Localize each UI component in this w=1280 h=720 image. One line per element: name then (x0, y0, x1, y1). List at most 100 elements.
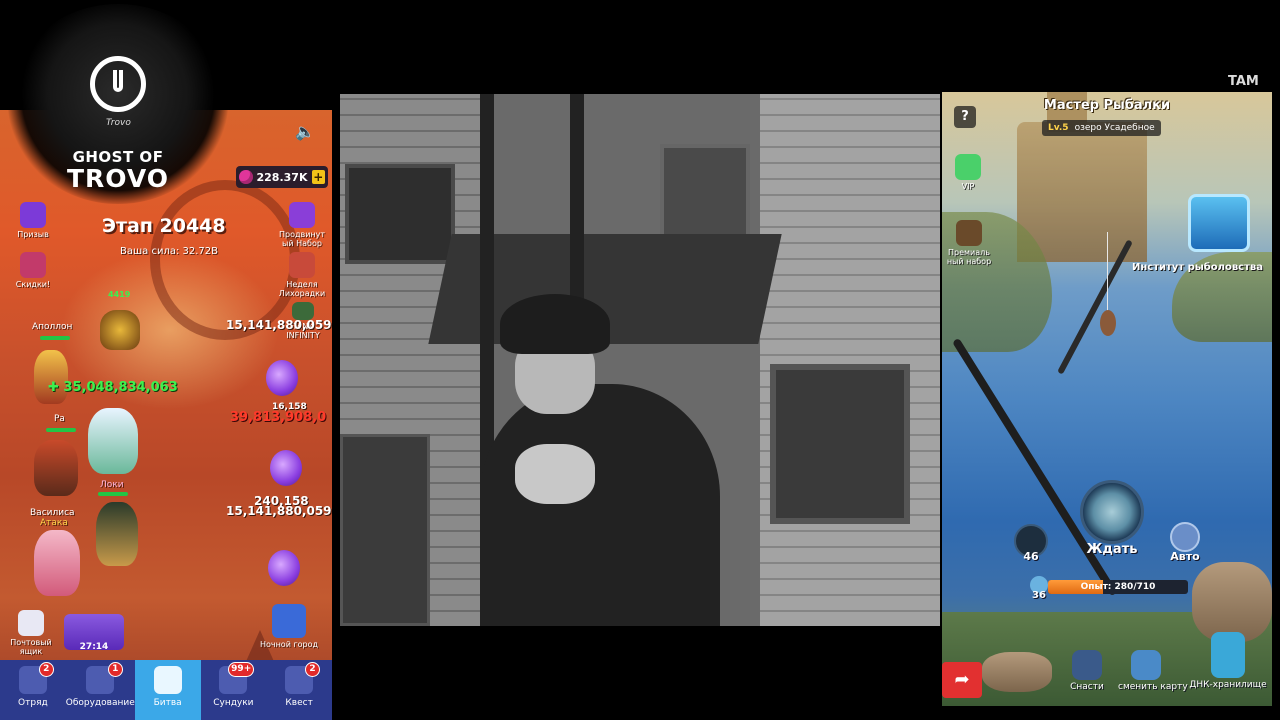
gem-icon (239, 170, 253, 184)
notification-badge: 1 (107, 662, 123, 677)
hooked-fish (1100, 310, 1116, 336)
sound-toggle-button[interactable]: 🔈 (292, 122, 318, 144)
gem-counter: 228.37K + (236, 166, 328, 188)
crit-damage-number: 39,813,908,0 (230, 410, 327, 425)
fishing-institute-label: Институт рыболовства (1132, 262, 1263, 273)
location-name: озеро Усадебное (1074, 123, 1155, 133)
nav-squad[interactable]: Отряд 2 (0, 660, 66, 720)
hero-vasilisa[interactable] (34, 530, 80, 596)
power-label: Ваша сила: 32.72B (120, 246, 218, 257)
logo-tag: Trovo (106, 118, 131, 128)
brick-wall-right (760, 94, 940, 626)
level-location-badge: Lv.5 озеро Усадебное (1042, 120, 1161, 136)
event-timer: 27:14 (79, 642, 109, 652)
hero-name: Василиса (30, 508, 75, 518)
enemy-ghost[interactable] (268, 550, 300, 586)
tackle-icon (1072, 650, 1102, 680)
summon-button[interactable]: Призыв (8, 202, 58, 239)
hero-hp-bar (40, 336, 70, 340)
notification-badge: 2 (38, 662, 54, 677)
hero-apollo[interactable] (34, 350, 68, 404)
nav-quest[interactable]: Квест 2 (266, 660, 332, 720)
ghost-of-trovo-logo: Trovo GHOST OF TROVO (8, 4, 228, 204)
trovo-mark-detail (113, 70, 123, 92)
fever-week-button[interactable]: Неделя Лихорадки (274, 252, 330, 298)
mailbox-button[interactable]: Почтовый ящик (6, 610, 56, 656)
dna-capsule-icon (1211, 632, 1245, 678)
enemy-ghost[interactable] (266, 360, 298, 396)
nav-label: Битва (153, 698, 182, 708)
person-hands (515, 444, 595, 504)
change-map-label: сменить карту (1118, 682, 1188, 692)
vip-button[interactable]: VIP (948, 154, 988, 191)
wait-button[interactable] (1080, 480, 1144, 544)
mail-icon (18, 610, 44, 636)
tackle-button[interactable]: Снасти (1062, 650, 1112, 692)
hero-apollo-vehicle[interactable] (100, 310, 140, 350)
xp-level: 36 (1032, 590, 1046, 601)
tackle-label: Снасти (1070, 682, 1104, 692)
rock (1192, 562, 1272, 642)
rock (982, 652, 1052, 692)
nav-equipment[interactable]: Оборудование 1 (66, 660, 135, 720)
enemy-hp-number: 15,141,880,059 (226, 318, 332, 332)
bait-count: 46 (1023, 550, 1039, 563)
fever-week-icon (289, 252, 315, 278)
nav-chests[interactable]: Сундуки 99+ (201, 660, 267, 720)
gem-amount: 228.37K (256, 170, 308, 184)
premium-pack-button[interactable]: Премиаль ный набор (944, 220, 994, 266)
xp-text: Опыт: 280/710 (1080, 582, 1156, 592)
night-city-label: Ночной город (259, 640, 319, 649)
share-button[interactable]: ➦ (942, 662, 982, 698)
heal-value: 35,048,834,063 (63, 380, 178, 395)
logo-line-2: TROVO (66, 164, 170, 193)
window (770, 364, 910, 524)
add-gems-button[interactable]: + (311, 170, 325, 184)
vip-icon (955, 154, 981, 180)
notification-badge: 2 (305, 662, 320, 677)
player-level: Lv.5 (1048, 123, 1069, 133)
bottom-navigation: Отряд 2 Оборудование 1 Битва Сундуки 99+… (0, 660, 332, 720)
nav-label: Сундуки (213, 698, 254, 708)
dna-storage-label: ДНК-хранилище (1189, 680, 1267, 690)
advanced-pack-label: Продвинут ый Набор (278, 230, 326, 248)
stage-title: Этап 20448 (102, 215, 226, 237)
nav-label: Отряд (18, 698, 48, 708)
dna-storage-button[interactable]: ДНК-хранилище (1188, 632, 1268, 690)
nav-label: Оборудование (65, 698, 135, 708)
attack-label: Атака (40, 518, 68, 528)
person-hoodie (480, 384, 720, 626)
nav-label: Квест (285, 698, 313, 708)
gift-box-icon (289, 202, 315, 228)
hero-ra[interactable] (34, 440, 78, 496)
summon-label: Призыв (17, 230, 49, 239)
crossed-swords-icon (153, 666, 182, 694)
fishing-line (1107, 232, 1108, 322)
discount-chest-icon (20, 252, 46, 278)
fishing-institute-button[interactable] (1188, 194, 1250, 252)
change-map-button[interactable]: сменить карту (1118, 650, 1188, 692)
heal-number: ✚ 35,048,834,063 (48, 380, 178, 395)
night-city-button[interactable]: Ночной город (254, 604, 324, 649)
auto-button[interactable] (1170, 522, 1200, 552)
hero-hp-bar (98, 492, 128, 496)
map-icon (1131, 650, 1161, 680)
auto-label: Авто (1170, 550, 1200, 563)
discounts-button[interactable]: Скидки! (8, 252, 58, 289)
advanced-pack-button[interactable]: Продвинут ый Набор (274, 202, 330, 248)
person-bucket-hat (500, 294, 610, 354)
hero-name: Ра (54, 414, 65, 424)
enemy-ghost[interactable] (270, 450, 302, 486)
nav-battle[interactable]: Битва (134, 660, 201, 720)
summon-icon (20, 202, 46, 228)
hero-zeus[interactable] (88, 408, 138, 474)
wait-label: Ждать (1086, 542, 1138, 557)
city-icon (272, 604, 306, 638)
fever-week-label: Неделя Лихорадки (278, 280, 326, 298)
notification-badge: 99+ (228, 662, 255, 677)
premium-pack-label: Премиаль ный набор (946, 248, 992, 266)
hero-name: Аполлон (32, 322, 73, 332)
hero-loki[interactable] (96, 502, 138, 566)
door (340, 434, 430, 626)
event-timer-button[interactable]: 27:14 (64, 614, 124, 652)
